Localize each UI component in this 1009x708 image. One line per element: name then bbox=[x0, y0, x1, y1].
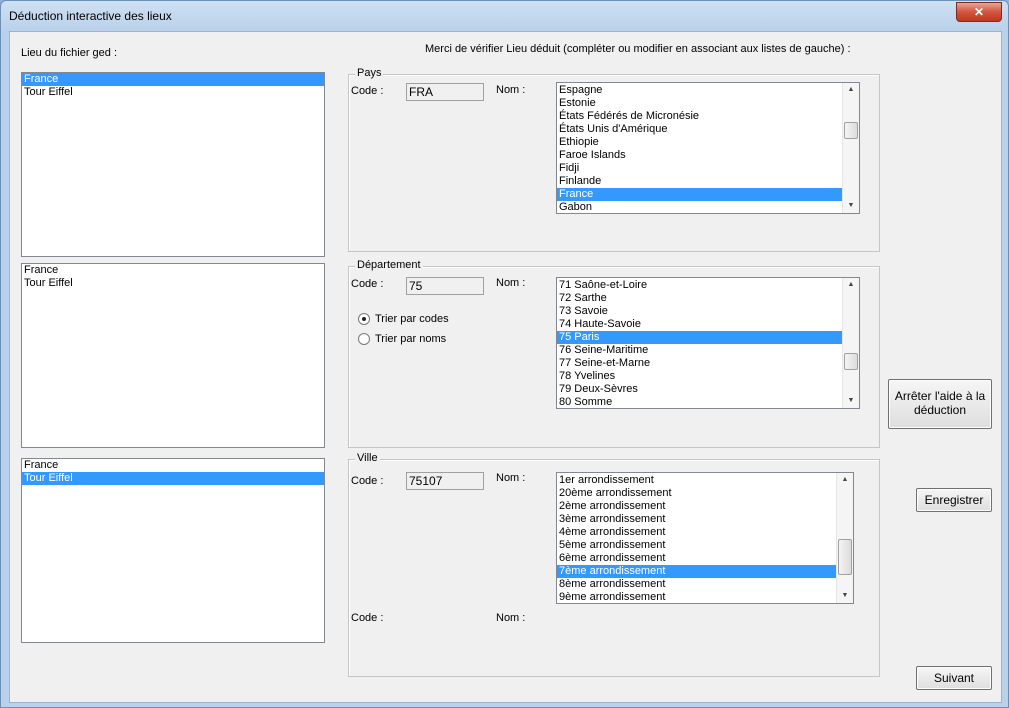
ged-list-departement[interactable]: France Tour Eiffel bbox=[21, 263, 325, 448]
pays-legend: Pays bbox=[355, 67, 384, 79]
departement-group: Département Code : 75 Nom : Trier par co… bbox=[348, 259, 880, 448]
title-bar[interactable]: Déduction interactive des lieux ✕ bbox=[1, 1, 1008, 31]
list-item[interactable]: 80 Somme bbox=[557, 396, 842, 408]
stop-help-button[interactable]: Arrêter l'aide à la déduction bbox=[888, 379, 992, 429]
list-item[interactable]: 75 Paris bbox=[557, 331, 842, 344]
ged-places-label: Lieu du fichier ged : bbox=[21, 47, 118, 59]
pays-name-list[interactable]: Espagne Estonie États Fédérés de Micronési… bbox=[556, 82, 860, 214]
scroll-up-arrow-icon[interactable]: ▲ bbox=[837, 473, 853, 487]
scroll-thumb[interactable] bbox=[844, 122, 858, 139]
list-item[interactable]: 3ème arrondissement bbox=[557, 513, 836, 526]
pays-group: Pays Code : FRA Nom : Espagne Estonie État… bbox=[348, 67, 880, 252]
list-item[interactable]: Tour Eiffel bbox=[22, 277, 324, 290]
list-item[interactable]: 4ème arrondissement bbox=[557, 526, 836, 539]
sort-by-codes-radio[interactable] bbox=[358, 313, 370, 325]
list-item[interactable]: 71 Saône-et-Loire bbox=[557, 279, 842, 292]
list-item[interactable]: Fidji bbox=[557, 162, 842, 175]
list-item[interactable]: Gabon bbox=[557, 201, 842, 213]
list-item[interactable]: Faroe Islands bbox=[557, 149, 842, 162]
pays-code-field[interactable]: FRA bbox=[406, 83, 484, 101]
list-item[interactable]: 6ème arrondissement bbox=[557, 552, 836, 565]
departement-legend: Département bbox=[355, 259, 423, 271]
list-item[interactable]: 73 Savoie bbox=[557, 305, 842, 318]
list-item[interactable]: 79 Deux-Sèvres bbox=[557, 383, 842, 396]
list-item[interactable]: Ethiopie bbox=[557, 136, 842, 149]
list-item[interactable]: 77 Seine-et-Marne bbox=[557, 357, 842, 370]
list-item[interactable]: France bbox=[22, 73, 324, 86]
ville-code-field[interactable]: 75107 bbox=[406, 472, 484, 490]
departement-code-label: Code : bbox=[351, 278, 384, 290]
window-title: Déduction interactive des lieux bbox=[9, 9, 172, 23]
pays-nom-label: Nom : bbox=[496, 84, 526, 96]
dialog-client: Lieu du fichier ged : France Tour Eiffel … bbox=[9, 31, 1002, 703]
departement-scrollbar[interactable]: ▲ ▼ bbox=[842, 278, 859, 408]
scroll-thumb[interactable] bbox=[844, 353, 858, 370]
list-item[interactable]: 76 Seine-Maritime bbox=[557, 344, 842, 357]
list-item[interactable]: France bbox=[22, 264, 324, 277]
list-item[interactable]: 1er arrondissement bbox=[557, 474, 836, 487]
list-item[interactable]: Espagne bbox=[557, 84, 842, 97]
list-item[interactable]: France bbox=[22, 459, 324, 472]
close-icon: ✕ bbox=[973, 5, 985, 19]
ville-name-list[interactable]: 1er arrondissement 20ème arrondissement 2è… bbox=[556, 472, 854, 604]
extra-nom-label: Nom : bbox=[496, 612, 526, 624]
list-item[interactable]: 8ème arrondissement bbox=[557, 578, 836, 591]
list-item[interactable]: 5ème arrondissement bbox=[557, 539, 836, 552]
list-item[interactable]: 20ème arrondissement bbox=[557, 487, 836, 500]
list-item[interactable]: Finlande bbox=[557, 175, 842, 188]
scroll-up-arrow-icon[interactable]: ▲ bbox=[843, 278, 859, 292]
list-item[interactable]: 9ème arrondissement bbox=[557, 591, 836, 603]
sort-by-names-radio[interactable] bbox=[358, 333, 370, 345]
ville-group: Ville Code : 75107 Nom : 1er arrondissem… bbox=[348, 452, 880, 677]
departement-nom-label: Nom : bbox=[496, 277, 526, 289]
list-item[interactable]: France bbox=[557, 188, 842, 201]
scroll-up-arrow-icon[interactable]: ▲ bbox=[843, 83, 859, 97]
list-item[interactable]: 7ème arrondissement bbox=[557, 565, 836, 578]
scroll-down-arrow-icon[interactable]: ▼ bbox=[837, 589, 853, 603]
sort-by-codes-label[interactable]: Trier par codes bbox=[375, 313, 449, 325]
departement-name-list[interactable]: 71 Saône-et-Loire 72 Sarthe 73 Savoie 74 Ha… bbox=[556, 277, 860, 409]
list-item[interactable]: Estonie bbox=[557, 97, 842, 110]
save-button[interactable]: Enregistrer bbox=[916, 488, 992, 512]
close-button[interactable]: ✕ bbox=[956, 2, 1002, 22]
ged-list-pays[interactable]: France Tour Eiffel bbox=[21, 72, 325, 257]
list-item[interactable]: 72 Sarthe bbox=[557, 292, 842, 305]
sort-by-names-label[interactable]: Trier par noms bbox=[375, 333, 446, 345]
ville-nom-label: Nom : bbox=[496, 472, 526, 484]
ville-legend: Ville bbox=[355, 452, 380, 464]
instruction-text: Merci de vérifier Lieu déduit (compléter… bbox=[425, 43, 851, 55]
stop-help-button-label: Arrêter l'aide à la déduction bbox=[894, 389, 986, 417]
next-button[interactable]: Suivant bbox=[916, 666, 992, 690]
pays-scrollbar[interactable]: ▲ ▼ bbox=[842, 83, 859, 213]
list-item[interactable]: 78 Yvelines bbox=[557, 370, 842, 383]
list-item[interactable]: États Unis d'Amérique bbox=[557, 123, 842, 136]
list-item[interactable]: 74 Haute-Savoie bbox=[557, 318, 842, 331]
departement-code-field[interactable]: 75 bbox=[406, 277, 484, 295]
list-item[interactable]: Tour Eiffel bbox=[22, 472, 324, 485]
scroll-thumb[interactable] bbox=[838, 539, 852, 575]
scroll-down-arrow-icon[interactable]: ▼ bbox=[843, 394, 859, 408]
extra-code-label: Code : bbox=[351, 612, 384, 624]
ged-list-ville[interactable]: France Tour Eiffel bbox=[21, 458, 325, 643]
list-item[interactable]: États Fédérés de Micronésie bbox=[557, 110, 842, 123]
dialog-window: Déduction interactive des lieux ✕ Lieu d… bbox=[0, 0, 1009, 708]
ville-code-label: Code : bbox=[351, 475, 384, 487]
scroll-down-arrow-icon[interactable]: ▼ bbox=[843, 199, 859, 213]
list-item[interactable]: Tour Eiffel bbox=[22, 86, 324, 99]
pays-code-label: Code : bbox=[351, 85, 384, 97]
list-item[interactable]: 2ème arrondissement bbox=[557, 500, 836, 513]
ville-scrollbar[interactable]: ▲ ▼ bbox=[836, 473, 853, 603]
